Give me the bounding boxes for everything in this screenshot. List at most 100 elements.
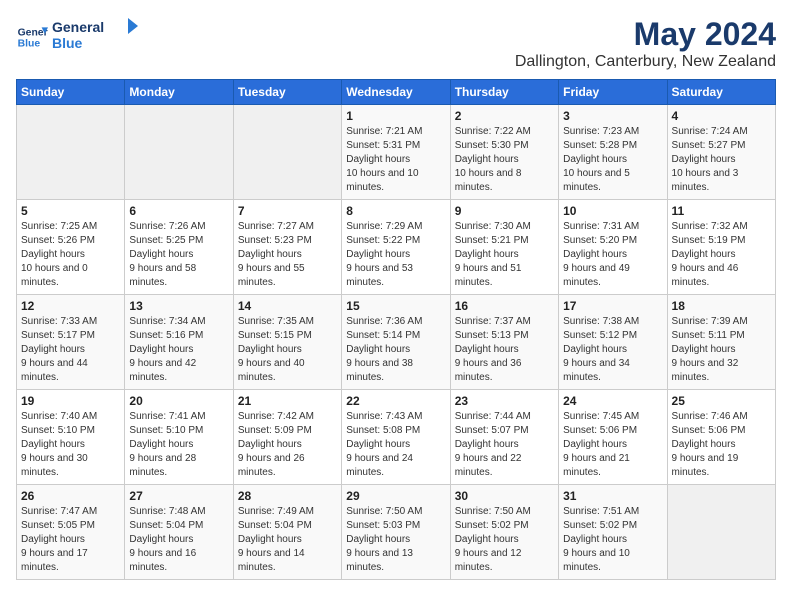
- day-number: 28: [238, 489, 337, 503]
- weekday-header-friday: Friday: [559, 80, 667, 105]
- day-info: Sunrise: 7:37 AM Sunset: 5:13 PM Dayligh…: [455, 315, 554, 385]
- day-number: 15: [346, 299, 445, 313]
- day-info: Sunrise: 7:34 AM Sunset: 5:16 PM Dayligh…: [129, 315, 228, 385]
- calendar-table: SundayMondayTuesdayWednesdayThursdayFrid…: [16, 79, 776, 580]
- weekday-header-tuesday: Tuesday: [233, 80, 341, 105]
- calendar-cell: 13 Sunrise: 7:34 AM Sunset: 5:16 PM Dayl…: [125, 295, 233, 390]
- calendar-cell: 1 Sunrise: 7:21 AM Sunset: 5:31 PM Dayli…: [342, 105, 450, 200]
- calendar-cell: 6 Sunrise: 7:26 AM Sunset: 5:25 PM Dayli…: [125, 200, 233, 295]
- day-number: 22: [346, 394, 445, 408]
- title-area: May 2024 Dallington, Canterbury, New Zea…: [515, 16, 776, 71]
- day-number: 4: [672, 109, 771, 123]
- day-info: Sunrise: 7:22 AM Sunset: 5:30 PM Dayligh…: [455, 125, 554, 195]
- calendar-cell: 11 Sunrise: 7:32 AM Sunset: 5:19 PM Dayl…: [667, 200, 775, 295]
- day-info: Sunrise: 7:51 AM Sunset: 5:02 PM Dayligh…: [563, 505, 662, 575]
- calendar-cell: 17 Sunrise: 7:38 AM Sunset: 5:12 PM Dayl…: [559, 295, 667, 390]
- day-info: Sunrise: 7:38 AM Sunset: 5:12 PM Dayligh…: [563, 315, 662, 385]
- calendar-cell: 31 Sunrise: 7:51 AM Sunset: 5:02 PM Dayl…: [559, 485, 667, 580]
- day-info: Sunrise: 7:45 AM Sunset: 5:06 PM Dayligh…: [563, 410, 662, 480]
- header: General Blue General Blue May 2024 Dalli…: [16, 16, 776, 71]
- calendar-cell: 29 Sunrise: 7:50 AM Sunset: 5:03 PM Dayl…: [342, 485, 450, 580]
- calendar-cell: 5 Sunrise: 7:25 AM Sunset: 5:26 PM Dayli…: [17, 200, 125, 295]
- logo: General Blue General Blue: [16, 16, 142, 58]
- calendar-cell: [667, 485, 775, 580]
- logo-icon: General Blue: [16, 21, 48, 53]
- day-number: 2: [455, 109, 554, 123]
- day-number: 29: [346, 489, 445, 503]
- weekday-header-wednesday: Wednesday: [342, 80, 450, 105]
- day-number: 11: [672, 204, 771, 218]
- day-info: Sunrise: 7:36 AM Sunset: 5:14 PM Dayligh…: [346, 315, 445, 385]
- page-title: May 2024: [515, 16, 776, 53]
- calendar-cell: 3 Sunrise: 7:23 AM Sunset: 5:28 PM Dayli…: [559, 105, 667, 200]
- calendar-cell: 9 Sunrise: 7:30 AM Sunset: 5:21 PM Dayli…: [450, 200, 558, 295]
- calendar-cell: 4 Sunrise: 7:24 AM Sunset: 5:27 PM Dayli…: [667, 105, 775, 200]
- day-info: Sunrise: 7:23 AM Sunset: 5:28 PM Dayligh…: [563, 125, 662, 195]
- day-info: Sunrise: 7:44 AM Sunset: 5:07 PM Dayligh…: [455, 410, 554, 480]
- day-number: 6: [129, 204, 228, 218]
- day-number: 9: [455, 204, 554, 218]
- svg-text:Blue: Blue: [52, 35, 83, 51]
- day-info: Sunrise: 7:35 AM Sunset: 5:15 PM Dayligh…: [238, 315, 337, 385]
- calendar-cell: [17, 105, 125, 200]
- weekday-header-monday: Monday: [125, 80, 233, 105]
- calendar-cell: 15 Sunrise: 7:36 AM Sunset: 5:14 PM Dayl…: [342, 295, 450, 390]
- calendar-cell: 18 Sunrise: 7:39 AM Sunset: 5:11 PM Dayl…: [667, 295, 775, 390]
- day-info: Sunrise: 7:33 AM Sunset: 5:17 PM Dayligh…: [21, 315, 120, 385]
- calendar-cell: 22 Sunrise: 7:43 AM Sunset: 5:08 PM Dayl…: [342, 390, 450, 485]
- day-number: 18: [672, 299, 771, 313]
- day-number: 13: [129, 299, 228, 313]
- calendar-cell: 12 Sunrise: 7:33 AM Sunset: 5:17 PM Dayl…: [17, 295, 125, 390]
- calendar-cell: 10 Sunrise: 7:31 AM Sunset: 5:20 PM Dayl…: [559, 200, 667, 295]
- day-info: Sunrise: 7:48 AM Sunset: 5:04 PM Dayligh…: [129, 505, 228, 575]
- day-number: 23: [455, 394, 554, 408]
- svg-text:General: General: [52, 19, 104, 35]
- day-number: 8: [346, 204, 445, 218]
- weekday-header-sunday: Sunday: [17, 80, 125, 105]
- day-number: 3: [563, 109, 662, 123]
- calendar-cell: 19 Sunrise: 7:40 AM Sunset: 5:10 PM Dayl…: [17, 390, 125, 485]
- calendar-cell: 25 Sunrise: 7:46 AM Sunset: 5:06 PM Dayl…: [667, 390, 775, 485]
- day-number: 19: [21, 394, 120, 408]
- day-info: Sunrise: 7:21 AM Sunset: 5:31 PM Dayligh…: [346, 125, 445, 195]
- day-number: 24: [563, 394, 662, 408]
- svg-text:Blue: Blue: [18, 39, 41, 50]
- day-number: 1: [346, 109, 445, 123]
- day-info: Sunrise: 7:30 AM Sunset: 5:21 PM Dayligh…: [455, 220, 554, 290]
- calendar-cell: [125, 105, 233, 200]
- calendar-cell: 14 Sunrise: 7:35 AM Sunset: 5:15 PM Dayl…: [233, 295, 341, 390]
- day-number: 12: [21, 299, 120, 313]
- day-number: 27: [129, 489, 228, 503]
- calendar-cell: 16 Sunrise: 7:37 AM Sunset: 5:13 PM Dayl…: [450, 295, 558, 390]
- day-info: Sunrise: 7:32 AM Sunset: 5:19 PM Dayligh…: [672, 220, 771, 290]
- day-info: Sunrise: 7:31 AM Sunset: 5:20 PM Dayligh…: [563, 220, 662, 290]
- calendar-cell: 8 Sunrise: 7:29 AM Sunset: 5:22 PM Dayli…: [342, 200, 450, 295]
- day-info: Sunrise: 7:26 AM Sunset: 5:25 PM Dayligh…: [129, 220, 228, 290]
- calendar-cell: 20 Sunrise: 7:41 AM Sunset: 5:10 PM Dayl…: [125, 390, 233, 485]
- day-number: 16: [455, 299, 554, 313]
- day-info: Sunrise: 7:39 AM Sunset: 5:11 PM Dayligh…: [672, 315, 771, 385]
- calendar-cell: [233, 105, 341, 200]
- day-number: 25: [672, 394, 771, 408]
- day-info: Sunrise: 7:50 AM Sunset: 5:03 PM Dayligh…: [346, 505, 445, 575]
- calendar-cell: 7 Sunrise: 7:27 AM Sunset: 5:23 PM Dayli…: [233, 200, 341, 295]
- calendar-cell: 28 Sunrise: 7:49 AM Sunset: 5:04 PM Dayl…: [233, 485, 341, 580]
- day-info: Sunrise: 7:50 AM Sunset: 5:02 PM Dayligh…: [455, 505, 554, 575]
- day-number: 10: [563, 204, 662, 218]
- day-info: Sunrise: 7:49 AM Sunset: 5:04 PM Dayligh…: [238, 505, 337, 575]
- calendar-cell: 26 Sunrise: 7:47 AM Sunset: 5:05 PM Dayl…: [17, 485, 125, 580]
- day-number: 31: [563, 489, 662, 503]
- day-number: 17: [563, 299, 662, 313]
- day-info: Sunrise: 7:25 AM Sunset: 5:26 PM Dayligh…: [21, 220, 120, 290]
- day-info: Sunrise: 7:43 AM Sunset: 5:08 PM Dayligh…: [346, 410, 445, 480]
- day-info: Sunrise: 7:46 AM Sunset: 5:06 PM Dayligh…: [672, 410, 771, 480]
- calendar-cell: 2 Sunrise: 7:22 AM Sunset: 5:30 PM Dayli…: [450, 105, 558, 200]
- day-number: 5: [21, 204, 120, 218]
- day-number: 26: [21, 489, 120, 503]
- day-number: 21: [238, 394, 337, 408]
- day-number: 30: [455, 489, 554, 503]
- calendar-cell: 24 Sunrise: 7:45 AM Sunset: 5:06 PM Dayl…: [559, 390, 667, 485]
- day-number: 7: [238, 204, 337, 218]
- day-info: Sunrise: 7:41 AM Sunset: 5:10 PM Dayligh…: [129, 410, 228, 480]
- weekday-header-saturday: Saturday: [667, 80, 775, 105]
